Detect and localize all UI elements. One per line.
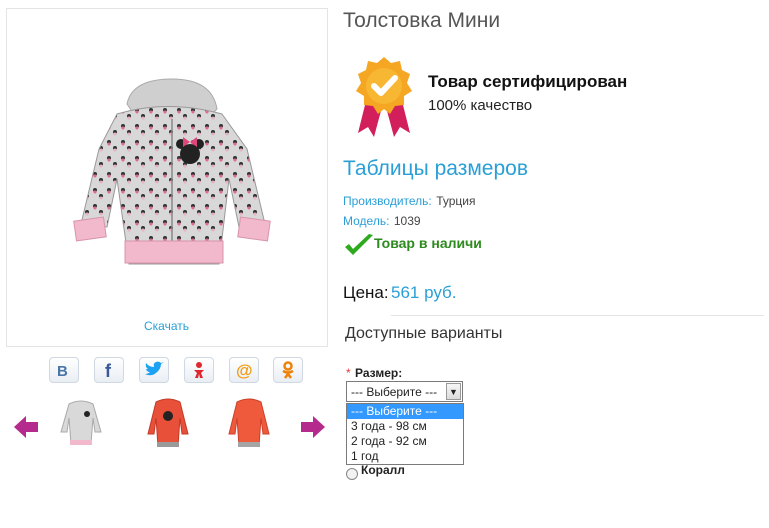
- chevron-down-icon[interactable]: ▼: [446, 383, 461, 400]
- model-label: Модель:: [343, 214, 390, 228]
- odnoklassniki-icon[interactable]: [273, 357, 303, 383]
- thumbnail-3[interactable]: [219, 394, 279, 452]
- size-label: Размер:: [355, 366, 403, 380]
- prev-arrow-icon[interactable]: [14, 416, 38, 443]
- svg-text:В: В: [57, 363, 68, 378]
- mailru-icon[interactable]: @: [229, 357, 259, 383]
- next-arrow-icon[interactable]: [301, 416, 325, 443]
- size-table-link[interactable]: Таблицы размеров: [343, 157, 528, 181]
- options-title: Доступные варианты: [345, 325, 503, 342]
- moimir-icon[interactable]: [184, 357, 214, 383]
- color-radio-label: Коралл: [361, 463, 405, 477]
- size-select[interactable]: --- Выберите --- ▼: [346, 381, 463, 402]
- certificate-title: Товар сертифицирован: [428, 72, 628, 91]
- product-title: Толстовка Мини: [343, 9, 501, 32]
- size-option[interactable]: --- Выберите ---: [347, 404, 463, 419]
- required-mark: *: [346, 366, 351, 380]
- certificate-badge-icon: [352, 55, 416, 142]
- twitter-icon[interactable]: [139, 357, 169, 383]
- svg-text:f: f: [105, 361, 112, 379]
- size-option[interactable]: 2 года - 92 см: [347, 434, 463, 449]
- price-label: Цена:: [343, 283, 389, 302]
- size-select-value: --- Выберите ---: [351, 385, 438, 399]
- stock-status: Товар в наличи: [374, 235, 482, 251]
- certificate-subtitle: 100% качество: [428, 97, 533, 114]
- thumbnail-1[interactable]: [51, 394, 111, 452]
- checkmark-icon: [343, 233, 375, 264]
- size-option[interactable]: 1 год: [347, 449, 463, 464]
- manufacturer-value: Турция: [436, 194, 476, 208]
- color-radio[interactable]: [346, 468, 358, 480]
- hoodie-image: [73, 78, 271, 265]
- manufacturer-label[interactable]: Производитель:: [343, 194, 432, 208]
- main-product-image[interactable]: [6, 8, 328, 347]
- divider: [391, 315, 764, 316]
- svg-text:@: @: [236, 361, 253, 379]
- thumbnail-2[interactable]: [138, 394, 198, 452]
- model-value: 1039: [393, 214, 421, 228]
- vk-icon[interactable]: В: [49, 357, 79, 383]
- manufacturer-row: Производитель: Турция: [343, 192, 476, 210]
- size-option[interactable]: 3 года - 98 см: [347, 419, 463, 434]
- model-row: Модель: 1039: [343, 212, 421, 230]
- download-link[interactable]: Скачать: [144, 319, 189, 333]
- size-dropdown-list: --- Выберите --- 3 года - 98 см 2 года -…: [346, 403, 464, 465]
- facebook-icon[interactable]: f: [94, 357, 124, 383]
- price-value: 561 руб.: [391, 283, 457, 302]
